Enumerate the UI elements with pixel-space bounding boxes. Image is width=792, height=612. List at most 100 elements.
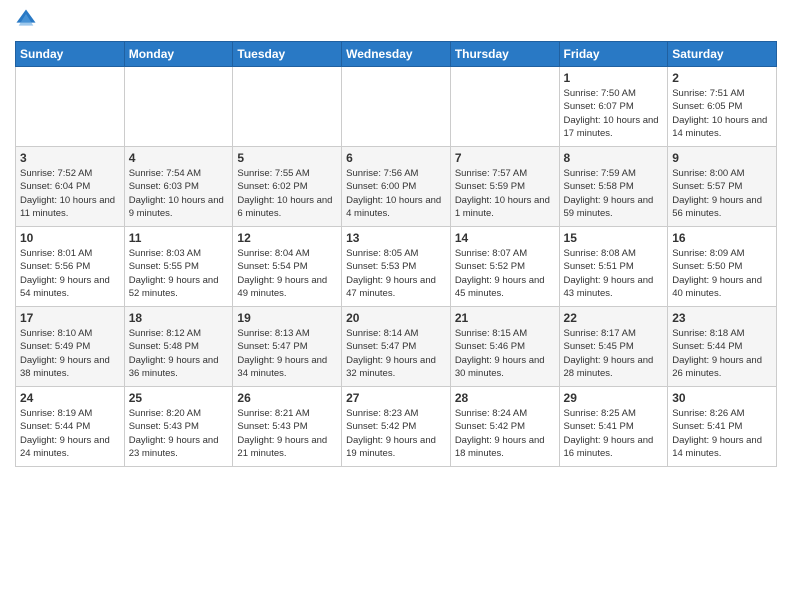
day-info: Sunrise: 8:17 AM Sunset: 5:45 PM Dayligh… (564, 327, 664, 380)
day-number: 19 (237, 311, 337, 325)
header-row: SundayMondayTuesdayWednesdayThursdayFrid… (16, 42, 777, 67)
day-cell: 28 Sunrise: 8:24 AM Sunset: 5:42 PM Dayli… (450, 387, 559, 467)
day-number: 14 (455, 231, 555, 245)
day-info: Sunrise: 8:20 AM Sunset: 5:43 PM Dayligh… (129, 407, 229, 460)
day-cell: 17 Sunrise: 8:10 AM Sunset: 5:49 PM Dayli… (16, 307, 125, 387)
day-cell: 14 Sunrise: 8:07 AM Sunset: 5:52 PM Dayli… (450, 227, 559, 307)
day-cell (233, 67, 342, 147)
day-cell: 29Sunrise: 8:25 AM Sunset: 5:41 PM Dayli… (559, 387, 668, 467)
week-row-2: 3 Sunrise: 7:52 AM Sunset: 6:04 PM Daylig… (16, 147, 777, 227)
day-number: 23 (672, 311, 772, 325)
day-number: 25 (129, 391, 229, 405)
header-day-tuesday: Tuesday (233, 42, 342, 67)
day-number: 20 (346, 311, 446, 325)
day-number: 18 (129, 311, 229, 325)
day-cell: 2Sunrise: 7:51 AM Sunset: 6:05 PM Daylig… (668, 67, 777, 147)
day-number: 10 (20, 231, 120, 245)
day-info: Sunrise: 8:23 AM Sunset: 5:42 PM Dayligh… (346, 407, 446, 460)
day-info: Sunrise: 8:14 AM Sunset: 5:47 PM Dayligh… (346, 327, 446, 380)
day-info: Sunrise: 8:08 AM Sunset: 5:51 PM Dayligh… (564, 247, 664, 300)
day-info: Sunrise: 8:07 AM Sunset: 5:52 PM Dayligh… (455, 247, 555, 300)
day-cell: 13 Sunrise: 8:05 AM Sunset: 5:53 PM Dayli… (342, 227, 451, 307)
day-cell: 20 Sunrise: 8:14 AM Sunset: 5:47 PM Dayli… (342, 307, 451, 387)
day-info: Sunrise: 8:21 AM Sunset: 5:43 PM Dayligh… (237, 407, 337, 460)
day-number: 29 (564, 391, 664, 405)
day-number: 27 (346, 391, 446, 405)
day-info: Sunrise: 8:04 AM Sunset: 5:54 PM Dayligh… (237, 247, 337, 300)
week-row-4: 17 Sunrise: 8:10 AM Sunset: 5:49 PM Dayli… (16, 307, 777, 387)
day-info: Sunrise: 8:12 AM Sunset: 5:48 PM Dayligh… (129, 327, 229, 380)
header-day-monday: Monday (124, 42, 233, 67)
header (15, 10, 777, 35)
day-cell: 8 Sunrise: 7:59 AM Sunset: 5:58 PM Daylig… (559, 147, 668, 227)
day-info: Sunrise: 7:59 AM Sunset: 5:58 PM Dayligh… (564, 167, 664, 220)
day-info: Sunrise: 7:54 AM Sunset: 6:03 PM Dayligh… (129, 167, 229, 220)
day-cell: 4 Sunrise: 7:54 AM Sunset: 6:03 PM Daylig… (124, 147, 233, 227)
day-cell (342, 67, 451, 147)
week-row-3: 10 Sunrise: 8:01 AM Sunset: 5:56 PM Dayli… (16, 227, 777, 307)
day-info: Sunrise: 8:09 AM Sunset: 5:50 PM Dayligh… (672, 247, 772, 300)
day-number: 15 (564, 231, 664, 245)
day-number: 6 (346, 151, 446, 165)
day-cell: 24 Sunrise: 8:19 AM Sunset: 5:44 PM Dayli… (16, 387, 125, 467)
day-number: 22 (564, 311, 664, 325)
day-number: 30 (672, 391, 772, 405)
day-number: 1 (564, 71, 664, 85)
day-info: Sunrise: 8:01 AM Sunset: 5:56 PM Dayligh… (20, 247, 120, 300)
day-cell: 18 Sunrise: 8:12 AM Sunset: 5:48 PM Dayli… (124, 307, 233, 387)
day-info: Sunrise: 8:26 AM Sunset: 5:41 PM Dayligh… (672, 407, 772, 460)
day-info: Sunrise: 8:18 AM Sunset: 5:44 PM Dayligh… (672, 327, 772, 380)
day-info: Sunrise: 8:00 AM Sunset: 5:57 PM Dayligh… (672, 167, 772, 220)
day-cell: 12 Sunrise: 8:04 AM Sunset: 5:54 PM Dayli… (233, 227, 342, 307)
day-cell: 1 Sunrise: 7:50 AM Sunset: 6:07 PM Daylig… (559, 67, 668, 147)
logo (15, 10, 39, 35)
day-cell: 3 Sunrise: 7:52 AM Sunset: 6:04 PM Daylig… (16, 147, 125, 227)
day-number: 12 (237, 231, 337, 245)
day-cell: 25 Sunrise: 8:20 AM Sunset: 5:43 PM Dayli… (124, 387, 233, 467)
day-number: 11 (129, 231, 229, 245)
day-number: 16 (672, 231, 772, 245)
day-info: Sunrise: 8:24 AM Sunset: 5:42 PM Dayligh… (455, 407, 555, 460)
day-cell: 22 Sunrise: 8:17 AM Sunset: 5:45 PM Dayli… (559, 307, 668, 387)
day-number: 21 (455, 311, 555, 325)
header-day-thursday: Thursday (450, 42, 559, 67)
day-number: 4 (129, 151, 229, 165)
page: SundayMondayTuesdayWednesdayThursdayFrid… (0, 0, 792, 477)
day-number: 8 (564, 151, 664, 165)
day-info: Sunrise: 7:50 AM Sunset: 6:07 PM Dayligh… (564, 87, 664, 140)
day-info: Sunrise: 8:15 AM Sunset: 5:46 PM Dayligh… (455, 327, 555, 380)
week-row-5: 24 Sunrise: 8:19 AM Sunset: 5:44 PM Dayli… (16, 387, 777, 467)
header-day-wednesday: Wednesday (342, 42, 451, 67)
day-info: Sunrise: 8:13 AM Sunset: 5:47 PM Dayligh… (237, 327, 337, 380)
day-cell: 5 Sunrise: 7:55 AM Sunset: 6:02 PM Daylig… (233, 147, 342, 227)
day-info: Sunrise: 7:55 AM Sunset: 6:02 PM Dayligh… (237, 167, 337, 220)
day-number: 13 (346, 231, 446, 245)
header-day-saturday: Saturday (668, 42, 777, 67)
day-number: 3 (20, 151, 120, 165)
day-cell (124, 67, 233, 147)
day-number: 9 (672, 151, 772, 165)
day-info: Sunrise: 7:56 AM Sunset: 6:00 PM Dayligh… (346, 167, 446, 220)
logo-icon (15, 8, 37, 30)
day-number: 24 (20, 391, 120, 405)
day-cell: 26Sunrise: 8:21 AM Sunset: 5:43 PM Dayli… (233, 387, 342, 467)
day-number: 17 (20, 311, 120, 325)
day-number: 7 (455, 151, 555, 165)
day-info: Sunrise: 8:19 AM Sunset: 5:44 PM Dayligh… (20, 407, 120, 460)
day-cell: 9 Sunrise: 8:00 AM Sunset: 5:57 PM Daylig… (668, 147, 777, 227)
day-number: 5 (237, 151, 337, 165)
day-cell: 6 Sunrise: 7:56 AM Sunset: 6:00 PM Daylig… (342, 147, 451, 227)
day-info: Sunrise: 7:52 AM Sunset: 6:04 PM Dayligh… (20, 167, 120, 220)
header-day-friday: Friday (559, 42, 668, 67)
day-cell: 21 Sunrise: 8:15 AM Sunset: 5:46 PM Dayli… (450, 307, 559, 387)
day-info: Sunrise: 8:10 AM Sunset: 5:49 PM Dayligh… (20, 327, 120, 380)
header-day-sunday: Sunday (16, 42, 125, 67)
day-cell: 7Sunrise: 7:57 AM Sunset: 5:59 PM Daylig… (450, 147, 559, 227)
day-info: Sunrise: 7:51 AM Sunset: 6:05 PM Dayligh… (672, 87, 772, 140)
calendar-table: SundayMondayTuesdayWednesdayThursdayFrid… (15, 41, 777, 467)
day-number: 28 (455, 391, 555, 405)
day-cell: 19 Sunrise: 8:13 AM Sunset: 5:47 PM Dayli… (233, 307, 342, 387)
day-cell: 15 Sunrise: 8:08 AM Sunset: 5:51 PM Dayli… (559, 227, 668, 307)
day-cell: 16 Sunrise: 8:09 AM Sunset: 5:50 PM Dayli… (668, 227, 777, 307)
day-info: Sunrise: 8:05 AM Sunset: 5:53 PM Dayligh… (346, 247, 446, 300)
